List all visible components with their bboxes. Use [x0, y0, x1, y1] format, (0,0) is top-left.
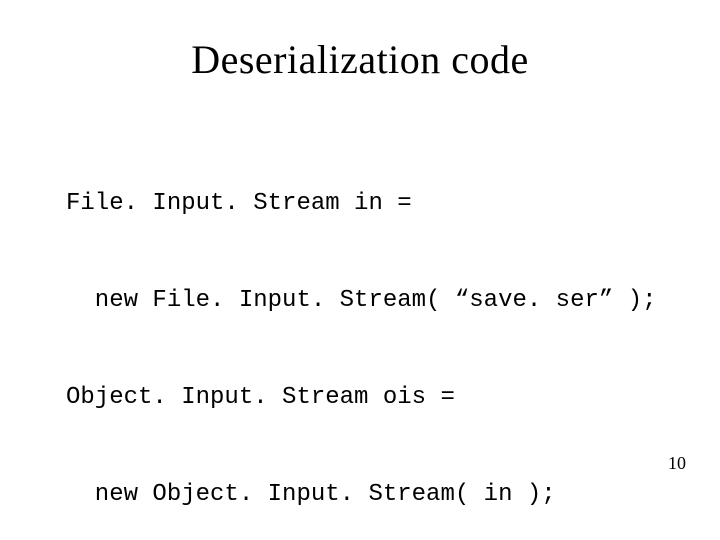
code-block: File. Input. Stream in = new File. Input…: [66, 123, 660, 540]
code-line: new Object. Input. Stream( in );: [66, 479, 660, 511]
code-line: new File. Input. Stream( “save. ser” );: [66, 285, 660, 317]
slide: Deserialization code File. Input. Stream…: [0, 0, 720, 540]
code-line: File. Input. Stream in =: [66, 188, 660, 220]
page-number: 10: [668, 453, 686, 474]
code-line: Object. Input. Stream ois =: [66, 382, 660, 414]
slide-title: Deserialization code: [60, 36, 660, 83]
